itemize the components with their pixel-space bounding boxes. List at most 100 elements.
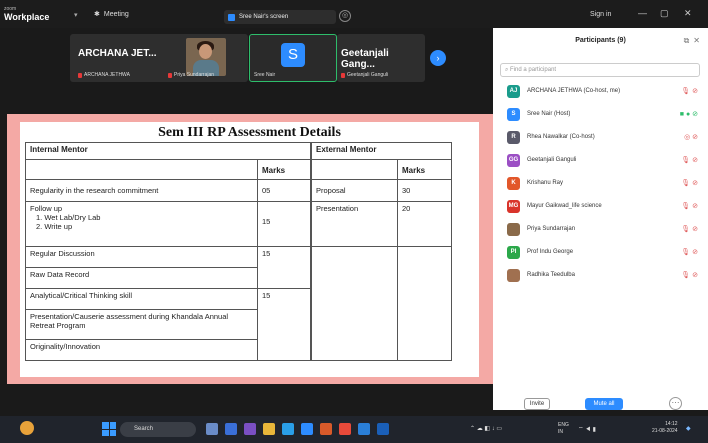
video-tile-sree[interactable]: S Sree Nair bbox=[249, 34, 337, 82]
table-row: Regularity in the research commitment 05 bbox=[25, 179, 311, 202]
list-item[interactable]: K Krishanu Ray 🎙︎ ⊘ bbox=[493, 172, 708, 195]
edge-icon[interactable] bbox=[282, 423, 294, 435]
internal-mentor-table: Internal Mentor Marks Regularity in the … bbox=[25, 142, 311, 361]
participant-name: Prof Indu George bbox=[527, 249, 574, 255]
muted-mic-icon bbox=[341, 72, 345, 78]
muted-icons: 🎙︎ ⊘ bbox=[681, 203, 698, 210]
app-icon[interactable] bbox=[244, 423, 256, 435]
close-button[interactable]: ✕ bbox=[684, 8, 692, 19]
tile-name: ARCHANA JET... bbox=[78, 48, 157, 59]
maximize-button[interactable]: ▢ bbox=[660, 8, 669, 19]
tile-label: Priya Sundarrajan bbox=[168, 72, 214, 78]
start-button[interactable] bbox=[102, 422, 116, 436]
close-panel-icon[interactable]: ✕ bbox=[693, 36, 700, 46]
participant-name: Priya Sundarrajan bbox=[527, 226, 576, 232]
table-cell: Presentation/Causerie assessment during … bbox=[25, 309, 258, 340]
table-cell bbox=[311, 246, 398, 361]
minimize-button[interactable]: — bbox=[638, 8, 647, 18]
folder-icon[interactable] bbox=[263, 423, 275, 435]
table-cell: Presentation bbox=[311, 201, 398, 247]
list-item[interactable]: MG Mayur Gaikwad_life science 🎙︎ ⊘ bbox=[493, 195, 708, 218]
participant-name: ARCHANA JETHWA (Co-host, me) bbox=[527, 88, 621, 94]
avatar: K bbox=[507, 177, 520, 190]
sign-in-link[interactable]: Sign in bbox=[590, 11, 611, 18]
participant-list: AJ ARCHANA JETHWA (Co-host, me) 🎙︎ ⊘ S Sree… bbox=[493, 80, 708, 287]
slide-title: Sem III RP Assessment Details bbox=[158, 125, 341, 140]
muted-icons: 🎙︎ ⊘ bbox=[681, 157, 698, 164]
avatar: R bbox=[507, 131, 520, 144]
zoom-icon[interactable] bbox=[301, 423, 313, 435]
table-cell: 30 bbox=[397, 179, 452, 202]
table-row: Regular Discussion 15 bbox=[25, 246, 311, 289]
table-cell bbox=[25, 159, 258, 180]
taskbar-search[interactable]: Search bbox=[120, 422, 196, 437]
meeting-icon: ✱ bbox=[94, 11, 100, 18]
meeting-label: Meeting bbox=[103, 10, 129, 18]
avatar: MG bbox=[507, 200, 520, 213]
app-icon[interactable] bbox=[320, 423, 332, 435]
table-row: Presentation 20 bbox=[311, 201, 452, 247]
table-cell: Regularity in the research commitment bbox=[25, 179, 258, 202]
list-item[interactable]: Priya Sundarrajan 🎙︎ ⊘ bbox=[493, 218, 708, 241]
app-icon[interactable] bbox=[358, 423, 370, 435]
muted-mic-icon bbox=[78, 72, 82, 78]
table-cell: Analytical/Critical Thinking skill bbox=[25, 288, 258, 310]
participant-photo bbox=[186, 38, 226, 76]
mute-all-button[interactable]: Mute all bbox=[585, 398, 623, 410]
meeting-info-button[interactable]: ✱ Meeting bbox=[94, 10, 129, 19]
app-icon[interactable] bbox=[206, 423, 218, 435]
table-cell: 15 bbox=[257, 201, 311, 247]
tray-icons[interactable]: ⌃ ☁ ◧ ↓ ▭ bbox=[470, 425, 502, 432]
app-brand: zoom Workplace bbox=[4, 5, 49, 22]
clock[interactable]: 14:12 21-08-2024 bbox=[652, 421, 678, 435]
list-item[interactable]: S Sree Nair (Host) ■ ● ⊘ bbox=[493, 103, 708, 126]
table-row: Analytical/Critical Thinking skill 15 bbox=[25, 288, 311, 361]
panel-controls: ⧉ ✕ bbox=[684, 36, 700, 46]
participants-panel: Participants (9) ⧉ ✕ ⌕ Find a participan… bbox=[493, 28, 708, 410]
popout-icon[interactable]: ⧉ bbox=[684, 36, 690, 46]
security-icon[interactable]: ◎ bbox=[339, 10, 351, 22]
video-tile-geetanjali[interactable]: Geetanjali Gang... Geetanjali Ganguli bbox=[337, 34, 425, 82]
title-bar: zoom Workplace ▾ ✱ Meeting Sree Nair's s… bbox=[0, 0, 708, 28]
table-cell bbox=[397, 246, 452, 361]
network-icon[interactable]: ⌔ ◀ ▮ bbox=[578, 425, 596, 433]
windows-taskbar: Search ⌃ ☁ ◧ ↓ ▭ ENG IN ⌔ ◀ ▮ 14:12 21-08-… bbox=[0, 416, 708, 443]
app-icon[interactable] bbox=[377, 423, 389, 435]
more-options-button[interactable]: ··· bbox=[669, 397, 682, 410]
invite-button[interactable]: Invite bbox=[524, 398, 550, 410]
share-label: Sree Nair's screen bbox=[239, 14, 289, 20]
app-icon[interactable] bbox=[225, 423, 237, 435]
tile-name: Geetanjali Gang... bbox=[341, 48, 389, 70]
muted-icons: 🎙︎ ⊘ bbox=[681, 249, 698, 256]
muted-icons: 🎙︎ ⊘ bbox=[681, 180, 698, 187]
participant-name: Sree Nair (Host) bbox=[527, 111, 571, 117]
chrome-icon[interactable] bbox=[339, 423, 351, 435]
list-item[interactable]: PI Prof Indu George 🎙︎ ⊘ bbox=[493, 241, 708, 264]
screen-share-indicator[interactable]: Sree Nair's screen bbox=[224, 10, 336, 24]
video-tile-priya[interactable]: Priya Sundarrajan bbox=[160, 34, 248, 82]
list-item[interactable]: AJ ARCHANA JETHWA (Co-host, me) 🎙︎ ⊘ bbox=[493, 80, 708, 103]
next-page-button[interactable]: › bbox=[430, 50, 446, 66]
language-indicator[interactable]: ENG IN bbox=[558, 422, 569, 436]
list-item[interactable]: R Rhea Nawalkar (Co-host) ◎ ⊘ bbox=[493, 126, 708, 149]
participant-name: Krishanu Ray bbox=[527, 180, 564, 186]
list-item[interactable]: GG Geetanjali Ganguli 🎙︎ ⊘ bbox=[493, 149, 708, 172]
participant-name: Mayur Gaikwad_life science bbox=[527, 203, 602, 209]
table-header: Internal Mentor bbox=[25, 142, 311, 160]
sharing-icons: ■ ● ⊘ bbox=[679, 111, 698, 118]
chevron-down-icon[interactable]: ▾ bbox=[74, 11, 78, 19]
list-item[interactable]: Radhika Teedulba 🎙︎ ⊘ bbox=[493, 264, 708, 287]
muted-icons: 🎙︎ ⊘ bbox=[681, 272, 698, 279]
muted-icons: 🎙︎ ⊘ bbox=[681, 226, 698, 233]
table-cell: 05 bbox=[257, 179, 311, 202]
participant-name: Rhea Nawalkar (Co-host) bbox=[527, 134, 595, 140]
table-cell: Originality/Innovation bbox=[25, 339, 258, 361]
table-cell: Proposal bbox=[311, 179, 398, 202]
avatar: S bbox=[281, 43, 305, 67]
search-icon: ⌕ bbox=[505, 67, 509, 73]
notification-icon[interactable]: ◆ bbox=[686, 425, 691, 432]
avatar: AJ bbox=[507, 85, 520, 98]
weather-icon[interactable] bbox=[20, 421, 34, 435]
avatar: GG bbox=[507, 154, 520, 167]
participant-search-input[interactable]: ⌕ Find a participant bbox=[500, 63, 700, 77]
